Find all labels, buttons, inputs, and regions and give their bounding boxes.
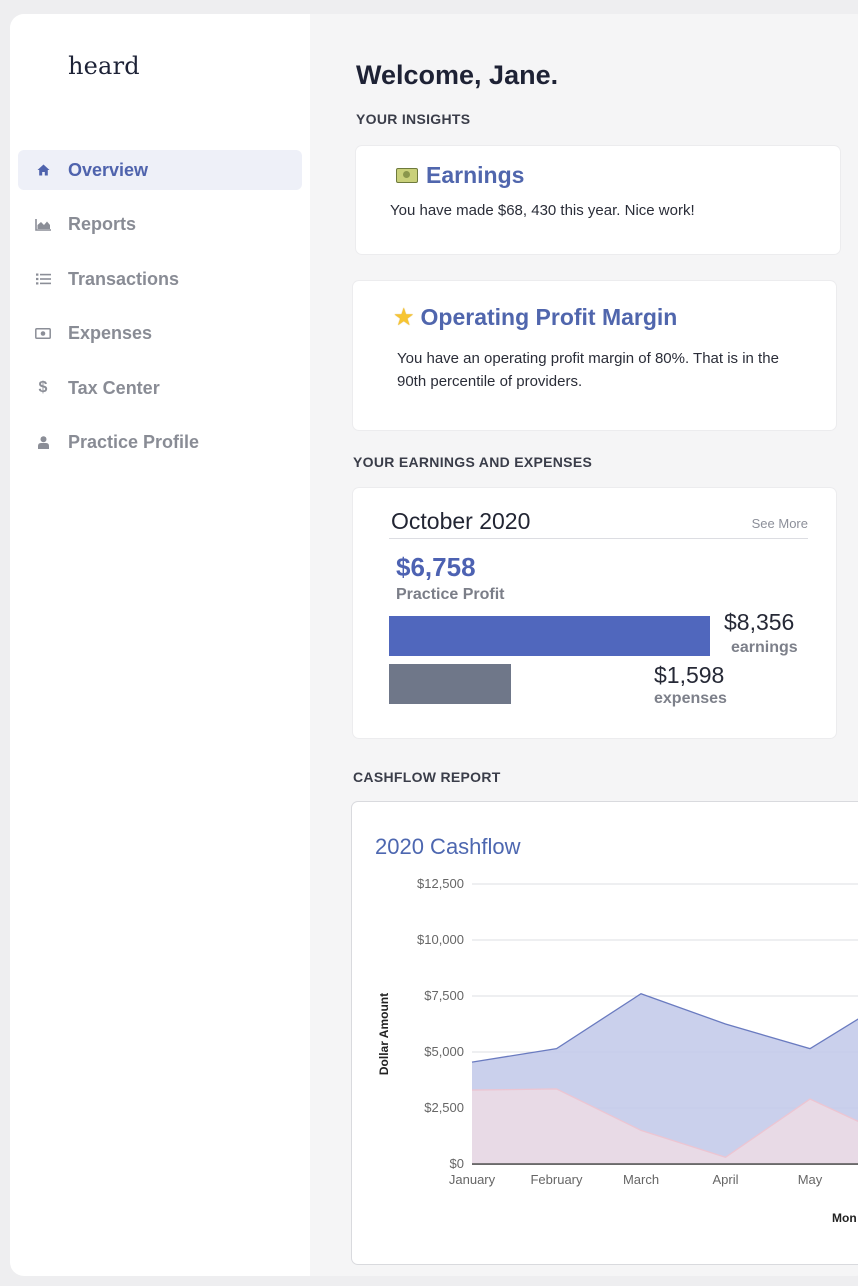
earnings-insight-card: Earnings You have made $68, 430 this yea… [356, 146, 840, 254]
x-axis-label: Mon [832, 1211, 857, 1225]
insight-title-text: Earnings [426, 162, 525, 188]
insight-text-line-1: You have an operating profit margin of 8… [397, 350, 779, 367]
expenses-bar [389, 664, 511, 704]
practice-profit-label: Practice Profit [396, 586, 505, 603]
x-tick-label: January [449, 1172, 496, 1187]
monthly-summary-card: October 2020 See More $6,758 Practice Pr… [353, 488, 836, 738]
cashflow-chart-card: 2020 Cashflow $0 $2,500 $5,000 $7,500 $10,00… [352, 802, 858, 1264]
see-more-link[interactable]: See More [752, 516, 808, 531]
y-tick-label: $10,000 [417, 932, 464, 947]
main-content: Welcome, Jane. YOUR INSIGHTS Earnings Yo… [10, 14, 858, 1276]
insights-section-label: YOUR INSIGHTS [356, 111, 471, 127]
earnings-bar [389, 616, 710, 656]
earnings-section-label: YOUR EARNINGS AND EXPENSES [353, 454, 593, 470]
money-bill-icon [396, 168, 418, 183]
insight-title: Earnings [396, 162, 524, 189]
earnings-label: earnings [731, 639, 798, 656]
insight-text-line-2: 90th percentile of providers. [397, 373, 583, 390]
y-axis-label: Dollar Amount [377, 993, 391, 1075]
divider [389, 538, 808, 539]
insight-title-text: Operating Profit Margin [420, 304, 678, 330]
x-tick-label: April [712, 1172, 738, 1187]
x-tick-label: March [623, 1172, 659, 1187]
y-tick-label: $12,500 [417, 876, 464, 891]
app-frame: heard Overview Reports Transactions Expe… [10, 14, 858, 1276]
earnings-value: $8,356 [724, 609, 795, 635]
x-tick-label: February [530, 1172, 583, 1187]
x-tick-label: May [798, 1172, 823, 1187]
y-tick-label: $5,000 [424, 1044, 464, 1059]
insight-text: You have made $68, 430 this year. Nice w… [390, 202, 695, 219]
y-tick-label: $2,500 [424, 1100, 464, 1115]
page-title: Welcome, Jane. [356, 60, 559, 90]
cashflow-section-label: CASHFLOW REPORT [353, 769, 501, 785]
practice-profit-value: $6,758 [396, 552, 476, 582]
y-tick-label: $0 [450, 1156, 464, 1171]
expenses-value: $1,598 [654, 662, 725, 688]
expenses-label: expenses [654, 690, 727, 707]
insight-title: ★ Operating Profit Margin [393, 303, 677, 332]
profit-margin-insight-card: ★ Operating Profit Margin You have an op… [353, 281, 836, 430]
summary-month: October 2020 [391, 508, 531, 534]
star-icon: ★ [393, 304, 415, 331]
y-tick-label: $7,500 [424, 988, 464, 1003]
cashflow-chart: $0 $2,500 $5,000 $7,500 $10,000 $12,500 Januar… [377, 876, 858, 1225]
